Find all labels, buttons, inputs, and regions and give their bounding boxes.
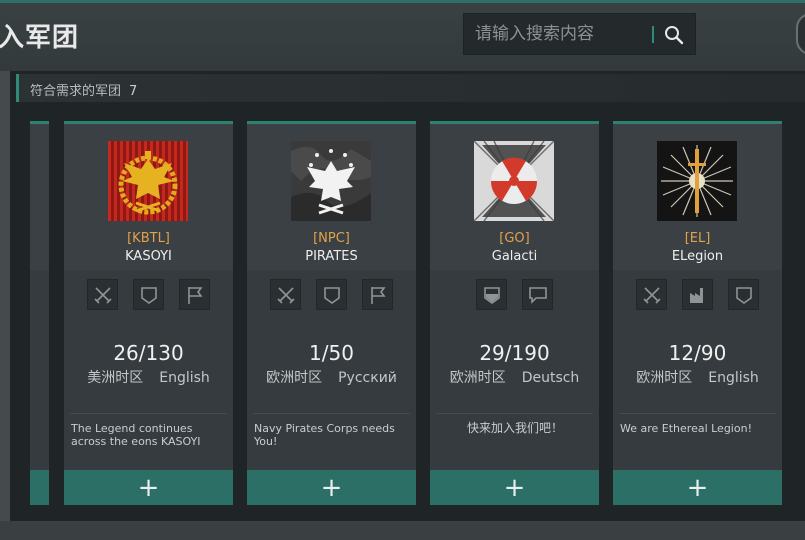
join-button[interactable]: +: [247, 470, 416, 505]
avatar[interactable]: [796, 13, 805, 55]
legion-emblem-starburst-icon: [657, 141, 737, 221]
legion-badges: [613, 279, 782, 313]
legion-language: Deutsch: [521, 370, 580, 386]
legion-name: Galacti: [491, 249, 538, 264]
legion-tag: [NPC]: [313, 231, 350, 246]
divider: [436, 413, 593, 414]
legion-card[interactable]: [NPC] PIRATES 1/50 欧洲时区 Русский Navy Pira…: [247, 121, 416, 505]
legion-tag: [EL]: [684, 231, 711, 246]
divider: [70, 413, 227, 414]
legion-card-partial[interactable]: [30, 121, 49, 505]
shield-icon: [728, 279, 759, 310]
plus-icon: +: [503, 472, 526, 503]
legion-name: ELegion: [671, 249, 724, 264]
legion-emblem-eagle-wreath-icon: [108, 141, 188, 221]
panel-edge: [0, 71, 10, 521]
legion-name: PIRATES: [305, 249, 358, 264]
plus-icon: +: [320, 472, 343, 503]
plus-icon: +: [137, 472, 160, 503]
header: 入军团: [0, 3, 805, 71]
legion-language: Русский: [338, 370, 397, 386]
legion-description: We are Ethereal Legion!: [620, 422, 752, 435]
legion-tag: [KBTL]: [127, 231, 170, 246]
footer-bar: [0, 521, 805, 540]
shield-icon: [133, 279, 164, 310]
legion-emblem-eagle-camo-icon: [291, 141, 371, 221]
join-button-partial[interactable]: [30, 470, 49, 505]
legion-description: 快来加入我们吧！: [466, 421, 563, 435]
legion-tag: [GO]: [499, 231, 530, 246]
legion-badges: [247, 279, 416, 313]
result-count-bar: 符合需求的军团 7: [16, 74, 805, 102]
legion-region: 欧洲时区: [266, 370, 323, 386]
member-count: 1/50: [309, 341, 354, 365]
filled-shield-icon: [476, 279, 507, 310]
legion-emblem-radiation-icon: [474, 141, 554, 221]
search-icon[interactable]: [662, 23, 686, 47]
flag-icon: [179, 279, 210, 310]
result-count-label: 符合需求的军团: [30, 84, 122, 99]
join-button[interactable]: +: [613, 470, 782, 505]
join-button[interactable]: +: [64, 470, 233, 505]
legion-description: Navy Pirates Corps needs You!: [254, 422, 395, 448]
flag-icon: [362, 279, 393, 310]
member-count: 29/190: [479, 341, 550, 365]
legion-card[interactable]: [KBTL] KASOYI 26/130 美洲时区 English The Leg…: [64, 121, 233, 505]
search-divider: [652, 26, 654, 43]
legion-region: 欧洲时区: [636, 370, 693, 386]
factory-icon: [682, 279, 713, 310]
plus-icon: +: [686, 472, 709, 503]
legion-card[interactable]: [GO] Galacti 29/190 欧洲时区 Deutsch 快来加入我们吧！…: [430, 121, 599, 505]
member-count: 12/90: [668, 341, 727, 365]
shield-icon: [316, 279, 347, 310]
crossed-swords-icon: [636, 279, 667, 310]
result-count: 7: [129, 84, 138, 99]
search-input[interactable]: [464, 14, 650, 54]
page-title: 入军团: [0, 23, 80, 53]
legion-language: English: [159, 370, 210, 386]
divider: [619, 413, 776, 414]
crossed-swords-icon: [87, 279, 118, 310]
search-box: [463, 13, 696, 55]
member-count: 26/130: [113, 341, 184, 365]
legion-badges: [64, 279, 233, 313]
join-button[interactable]: +: [430, 470, 599, 505]
legion-badges: [430, 279, 599, 313]
legion-region: 美洲时区: [87, 370, 144, 386]
crossed-swords-icon: [270, 279, 301, 310]
legion-description: The Legend continues across the eons KAS…: [71, 422, 201, 448]
legion-card[interactable]: [EL] ELegion 12/90 欧洲时区 English We are Et…: [613, 121, 782, 505]
legion-language: English: [708, 370, 759, 386]
legion-name: KASOYI: [125, 249, 172, 264]
chat-icon: [522, 279, 553, 310]
divider: [253, 413, 410, 414]
legion-region: 欧洲时区: [449, 370, 506, 386]
